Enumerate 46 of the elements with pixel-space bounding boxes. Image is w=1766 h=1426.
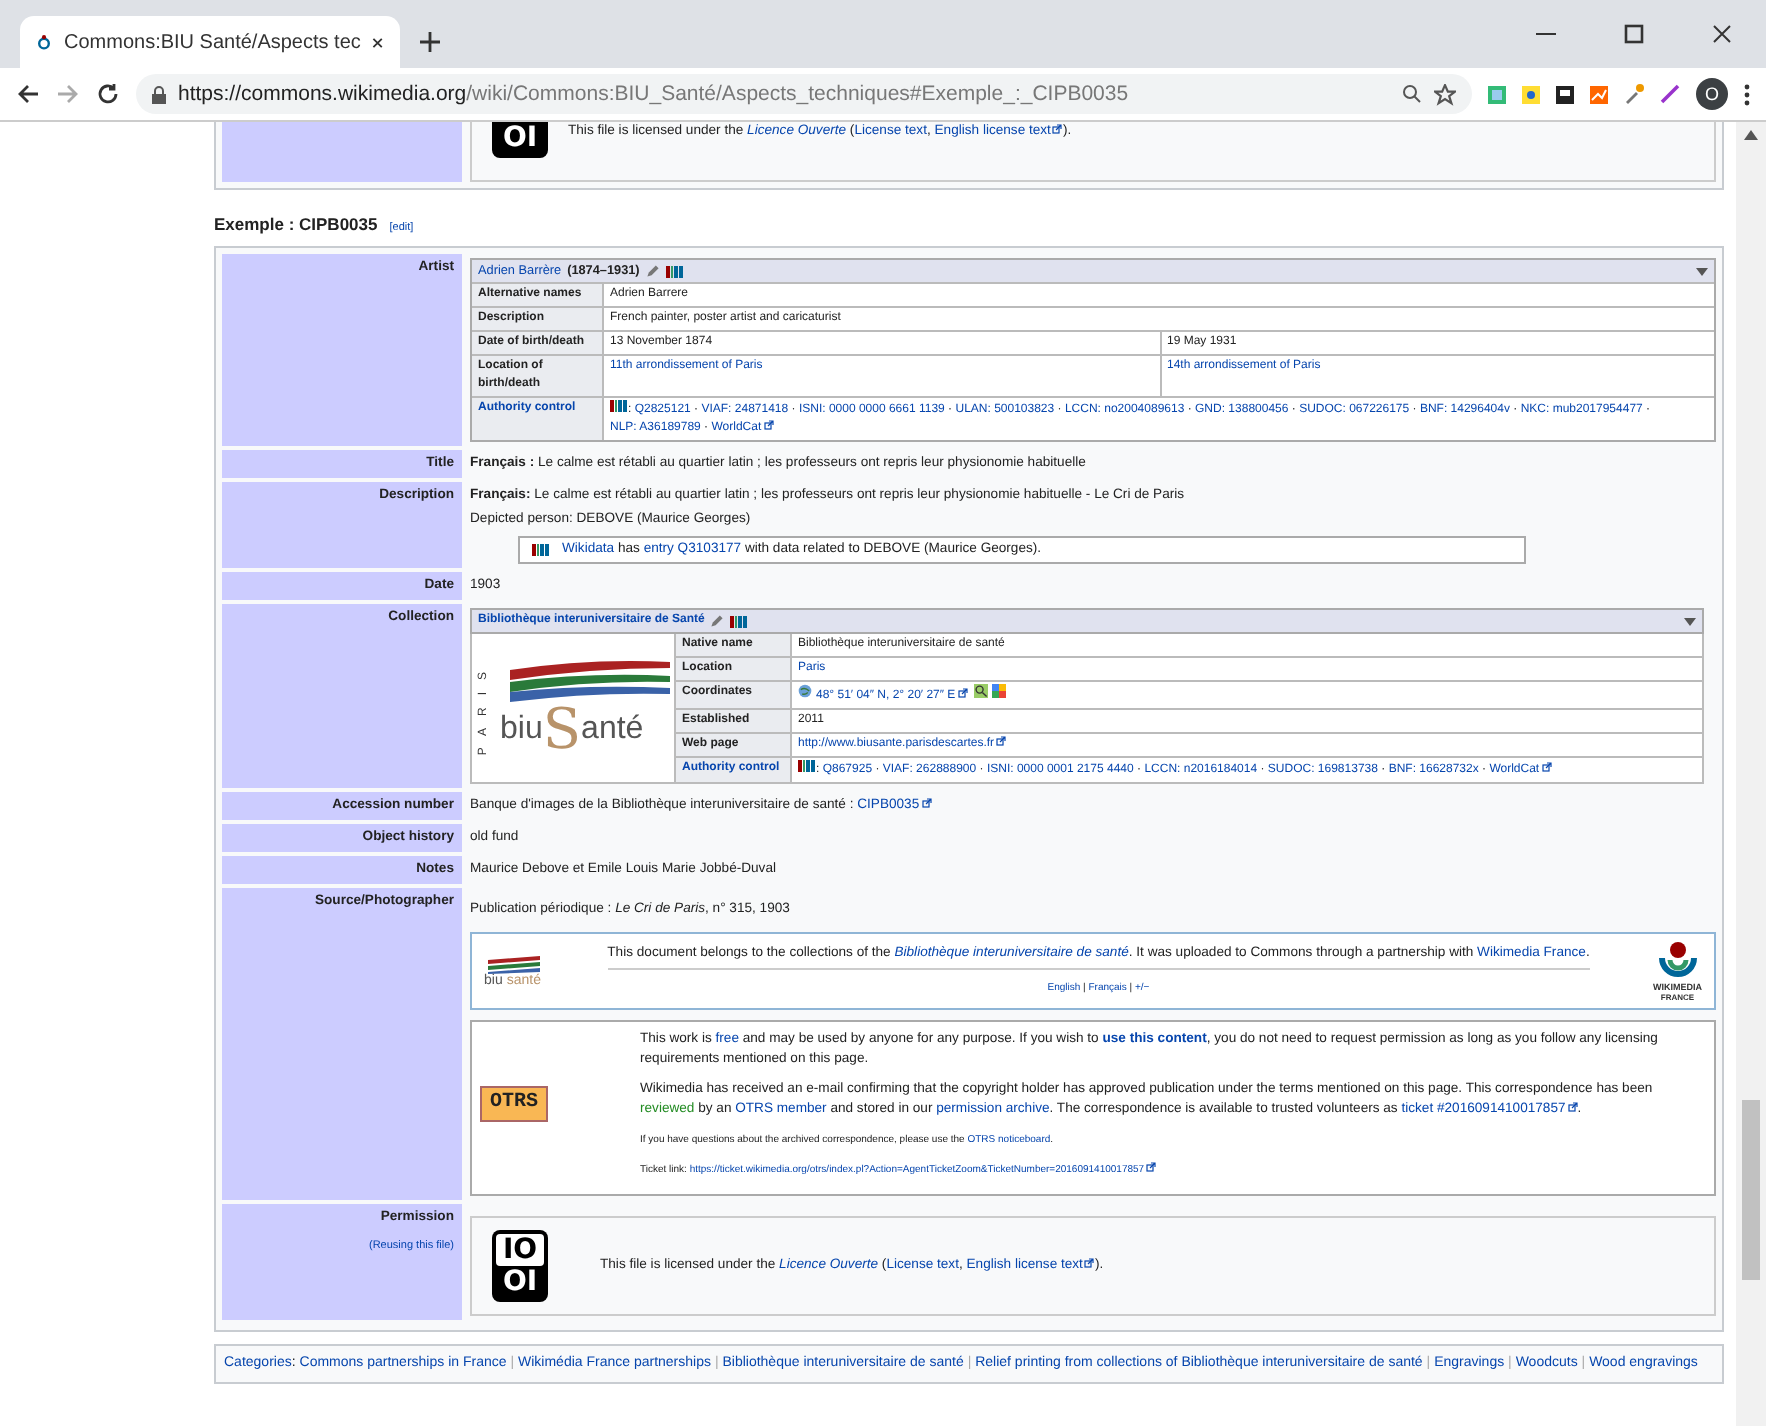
wikidata-icon [665,265,684,277]
external-link-icon [921,798,932,808]
eyedropper-icon[interactable] [1624,84,1644,104]
external-link-icon [1084,1258,1095,1269]
wikidata-icon [798,760,816,772]
pencil-icon[interactable] [645,264,660,278]
back-button[interactable] [16,82,40,106]
address-bar[interactable]: https://commons.wikimedia.org/wiki/Commons:BIU_Santé/Aspects_techniques#Exemple_:_CIPB0035 [136,74,1472,114]
wikidata-icon [610,400,628,412]
caret-icon[interactable] [1683,617,1696,625]
external-link-icon [1052,124,1063,134]
globe-icon [798,684,812,698]
logo-text: biu [500,714,543,746]
lock-icon [152,85,166,103]
profile-avatar[interactable]: O [1696,78,1728,110]
pencil-icon[interactable] [710,614,725,628]
logo-text: anté [581,714,644,746]
new-tab-icon[interactable] [420,32,440,52]
menu-icon[interactable] [1744,83,1750,105]
otrs-badge: OTRS [480,1086,549,1123]
url-text: https://commons.wikimedia.org/wiki/Commons:BIU_Santé/Aspects_techniques#Exemple_:_CIPB0035 [178,82,1131,106]
star-icon[interactable] [1434,83,1456,105]
tab-title: Commons:BIU Santé/Aspects tec [64,31,361,53]
wikidata-icon [532,544,550,556]
favicon-icon [36,32,52,52]
external-link-icon [1146,1162,1157,1173]
external-link-icon [996,736,1007,746]
close-icon[interactable] [1712,24,1732,44]
external-link-icon [957,688,968,698]
browser-tab[interactable]: Commons:BIU Santé/Aspects tec [20,16,400,68]
section-heading: Exemple : CIPB0035 [214,214,378,234]
reload-button[interactable] [96,82,120,106]
maximize-icon[interactable] [1624,24,1644,44]
wikidata-icon [730,615,749,627]
external-link-icon [1567,1102,1578,1113]
caret-icon[interactable] [1696,267,1708,275]
logo-text: IO [496,1234,544,1267]
logo-text: S [542,702,582,758]
zoom-icon[interactable] [1402,84,1422,104]
map-icon[interactable] [973,684,988,698]
external-link-icon [763,420,774,430]
close-icon[interactable] [372,35,384,49]
extension-icon[interactable] [1556,85,1574,103]
stripes-drawing [484,954,544,975]
pen-icon[interactable] [1660,84,1680,104]
external-link-icon [1541,762,1552,772]
